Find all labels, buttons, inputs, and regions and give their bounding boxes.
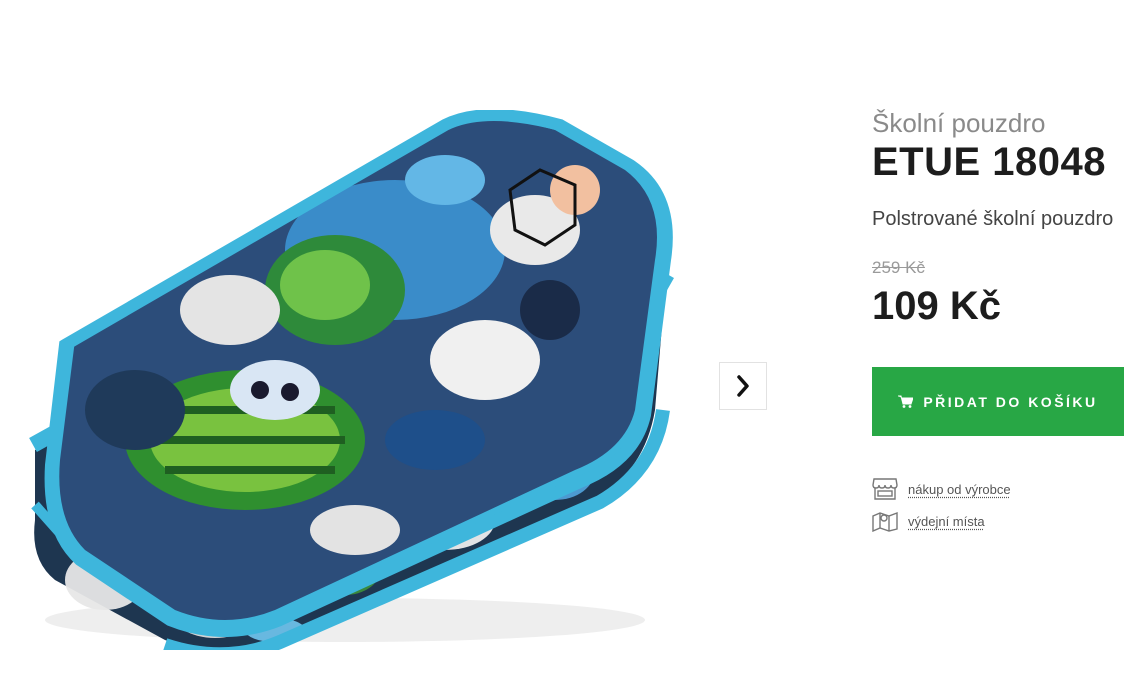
current-price: 109 Kč [872,284,1001,328]
product-title: ETUE 18048 [872,140,1107,184]
product-category: Školní pouzdro [872,108,1046,138]
add-to-cart-label: PŘIDAT DO KOŠÍKU [923,393,1098,410]
chevron-right-icon [737,375,749,397]
old-price: 259 Kč [872,258,925,277]
pickup-link-row[interactable]: výdejní místa [872,510,985,532]
next-image-button[interactable] [719,362,767,410]
product-image[interactable] [15,110,705,650]
pickup-points-link[interactable]: výdejní místa [908,514,985,529]
map-icon [872,511,898,532]
product-description: Polstrované školní pouzdro [872,208,1114,230]
cart-icon [898,395,914,408]
store-icon [872,478,898,500]
manufacturer-link-row[interactable]: nákup od výrobce [872,478,1011,500]
add-to-cart-button[interactable]: PŘIDAT DO KOŠÍKU [872,367,1124,436]
product-gallery [0,0,780,673]
manufacturer-purchase-link[interactable]: nákup od výrobce [908,482,1011,497]
